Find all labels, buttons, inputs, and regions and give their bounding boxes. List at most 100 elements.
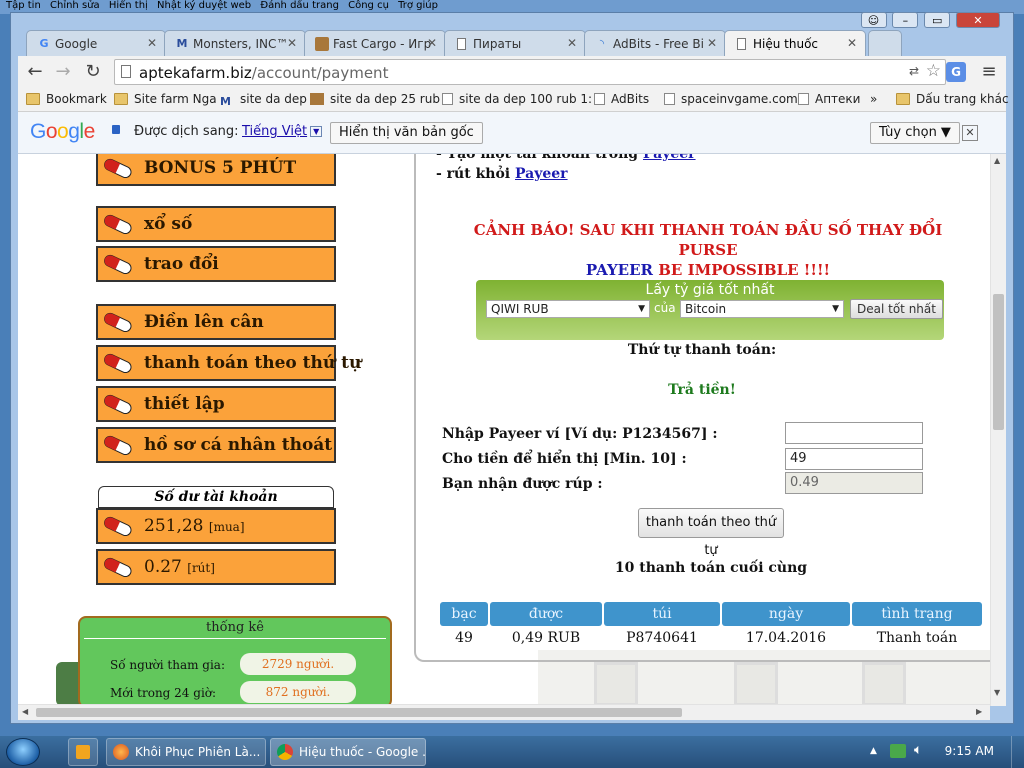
bookmark-site-da-dep-100[interactable]: site da dep 100 rub 1: [442, 92, 592, 106]
tab-label: Hiệu thuốc [753, 37, 819, 51]
lock-icon [112, 125, 120, 134]
stats-members-value: 2729 người. [240, 653, 356, 675]
close-icon[interactable]: ✕ [567, 36, 577, 50]
amount-input[interactable]: 49 [785, 448, 923, 470]
tab-piraty[interactable]: Пираты ✕ [444, 30, 586, 56]
tab-hieu-thuoc[interactable]: Hiệu thuốc ✕ [724, 30, 866, 56]
tab-monsters[interactable]: M Monsters, INC™ ✕ [164, 30, 306, 56]
minimize-button[interactable]: – [892, 12, 919, 28]
menu-thiet-lap[interactable]: thiết lập [96, 386, 336, 422]
horizontal-scrollbar[interactable]: ◀ ▶ [18, 704, 990, 720]
address-bar[interactable]: aptekafarm.biz/account/payment ⇄ ☆ [114, 59, 946, 85]
menu-tools[interactable]: Công cụ [348, 0, 389, 11]
horizontal-scrollbar-thumb[interactable] [36, 708, 682, 717]
close-icon[interactable]: ✕ [427, 36, 437, 50]
google-icon: G [39, 37, 49, 50]
close-icon[interactable]: ✕ [707, 36, 717, 50]
tab-fast-cargo[interactable]: Fast Cargo - Игр ✕ [304, 30, 446, 56]
menu-bonus-5-phut[interactable]: BONUS 5 PHÚT [96, 154, 336, 186]
bookmark-spaceinvgame[interactable]: spaceinvgame.com [664, 92, 798, 106]
star-icon[interactable]: ☆ [926, 61, 941, 81]
warning-payeer: PAYEER [585, 261, 654, 279]
chrome-icon [277, 744, 293, 760]
close-icon[interactable]: ✕ [147, 36, 157, 50]
currency-to-select[interactable]: Bitcoin ▼ [680, 300, 844, 318]
show-desktop-button[interactable] [1011, 736, 1024, 768]
close-window-button[interactable]: ✕ [956, 12, 1000, 28]
reload-icon[interactable]: ↻ [82, 61, 104, 83]
stats-members-label: Số người tham gia: [110, 658, 226, 672]
page-icon [737, 38, 746, 50]
scroll-right-arrow-icon[interactable]: ▶ [976, 707, 982, 716]
menu-view[interactable]: Hiển thị [109, 0, 148, 11]
currency-from-select[interactable]: QIWI RUB ▼ [486, 300, 650, 318]
new-tab-button[interactable] [868, 30, 902, 56]
translate-options-button[interactable]: Tùy chọn ▼ [870, 122, 960, 144]
submit-order-button[interactable]: thanh toán theo thứ tự [638, 508, 784, 558]
balance-withdraw[interactable]: 0.27 [rút] [96, 549, 336, 585]
pill-icon [104, 158, 132, 178]
menu-ho-so-ca-nhan-thoat[interactable]: hồ sơ cá nhân thoát [96, 427, 336, 463]
pill-icon [104, 394, 132, 414]
media-player-icon[interactable] [68, 738, 98, 766]
start-button[interactable] [6, 738, 40, 766]
bookmark-adbits[interactable]: AdBits [594, 92, 649, 106]
scroll-left-arrow-icon[interactable]: ◀ [22, 707, 28, 716]
language-select[interactable]: Tiếng Việt ▼ [242, 124, 323, 139]
close-icon[interactable]: ✕ [847, 36, 857, 50]
table-cell-status: Thanh toán [876, 630, 958, 646]
bookmark-site-da-dep[interactable]: Msite da dep [220, 92, 307, 108]
scrollbar-thumb[interactable] [993, 294, 1004, 430]
menu-edit[interactable]: Chỉnh sửa [50, 0, 100, 11]
table-cell-received: 0,49 RUB [511, 630, 581, 646]
google-translate-extension-icon[interactable]: G [946, 62, 966, 82]
bookmarks-overflow-chevron[interactable]: » [870, 92, 877, 106]
balance-withdraw-label: [rút] [187, 561, 215, 575]
menu-xo-so[interactable]: xổ số [96, 206, 336, 242]
balance-title: Số dư tài khoản [98, 486, 334, 508]
balance-withdraw-value: 0.27 [144, 557, 182, 577]
tab-google[interactable]: G Google ✕ [26, 30, 166, 56]
forward-arrow-icon[interactable]: → [52, 61, 74, 83]
show-original-button[interactable]: Hiển thị văn bản gốc [330, 122, 483, 144]
scroll-up-arrow-icon[interactable]: ▲ [994, 156, 1000, 165]
pay-title: Trả tiền! [668, 382, 736, 398]
dropdown-arrow-icon: ▼ [832, 304, 839, 314]
menu-trao-doi[interactable]: trao đổi [96, 246, 336, 282]
menu-dien-len-can[interactable]: Điền lên cân [96, 304, 336, 340]
vertical-scrollbar[interactable]: ▲ ▼ [990, 154, 1006, 706]
menu-thanh-toan-theo-thu-tu[interactable]: thanh toán theo thứ tự [96, 345, 361, 381]
network-icon[interactable] [890, 744, 906, 758]
bookmark-label: Site farm Nga [134, 92, 217, 106]
bookmark-apteki[interactable]: Аптеки [798, 92, 860, 106]
payeer-link[interactable]: Payeer [515, 166, 568, 182]
scroll-down-arrow-icon[interactable]: ▼ [994, 688, 1000, 697]
user-icon[interactable]: ☺ [860, 12, 887, 28]
system-clock[interactable]: 9:15 AM [945, 744, 994, 758]
taskbar-firefox[interactable]: Khôi Phục Phiên Là... [106, 738, 266, 766]
translate-icon[interactable]: ⇄ [909, 64, 919, 78]
close-icon[interactable]: ✕ [962, 125, 978, 141]
menu-help[interactable]: Trợ giúp [398, 0, 438, 11]
taskbar-chrome[interactable]: Hiệu thuốc - Google ... [270, 738, 426, 766]
back-arrow-icon[interactable]: ← [24, 61, 46, 83]
balance-buy[interactable]: 251,28 [mua] [96, 508, 336, 544]
menu-bookmarks[interactable]: Đánh dấu trang [260, 0, 339, 11]
payeer-link[interactable]: Payeer [643, 154, 696, 162]
page-icon [664, 93, 675, 105]
page-content: BONUS 5 PHÚT xổ số trao đổi Điền lên cân… [18, 154, 990, 706]
maximize-button[interactable]: ▭ [924, 12, 951, 28]
volume-icon[interactable]: 🔈︎ [914, 742, 922, 758]
bookmark-folder-bookmark[interactable]: Bookmark [26, 92, 107, 106]
bookmark-folder-other[interactable]: Dấu trang khác [896, 92, 1009, 106]
wallet-input[interactable] [785, 422, 923, 444]
bookmark-site-da-dep-25[interactable]: site da dep 25 rub [310, 92, 440, 106]
menu-file[interactable]: Tập tin [6, 0, 41, 11]
best-deal-button[interactable]: Deal tốt nhất [850, 299, 943, 319]
menu-history[interactable]: Nhật ký duyệt web [157, 0, 251, 11]
menu-hamburger-icon[interactable]: ≡ [978, 61, 1000, 83]
bookmark-folder-site-farm-nga[interactable]: Site farm Nga [114, 92, 217, 106]
close-icon[interactable]: ✕ [287, 36, 297, 50]
tray-show-hidden-icon[interactable]: ▲ [870, 746, 877, 756]
tab-adbits[interactable]: ◝ AdBits - Free Bi ✕ [584, 30, 726, 56]
